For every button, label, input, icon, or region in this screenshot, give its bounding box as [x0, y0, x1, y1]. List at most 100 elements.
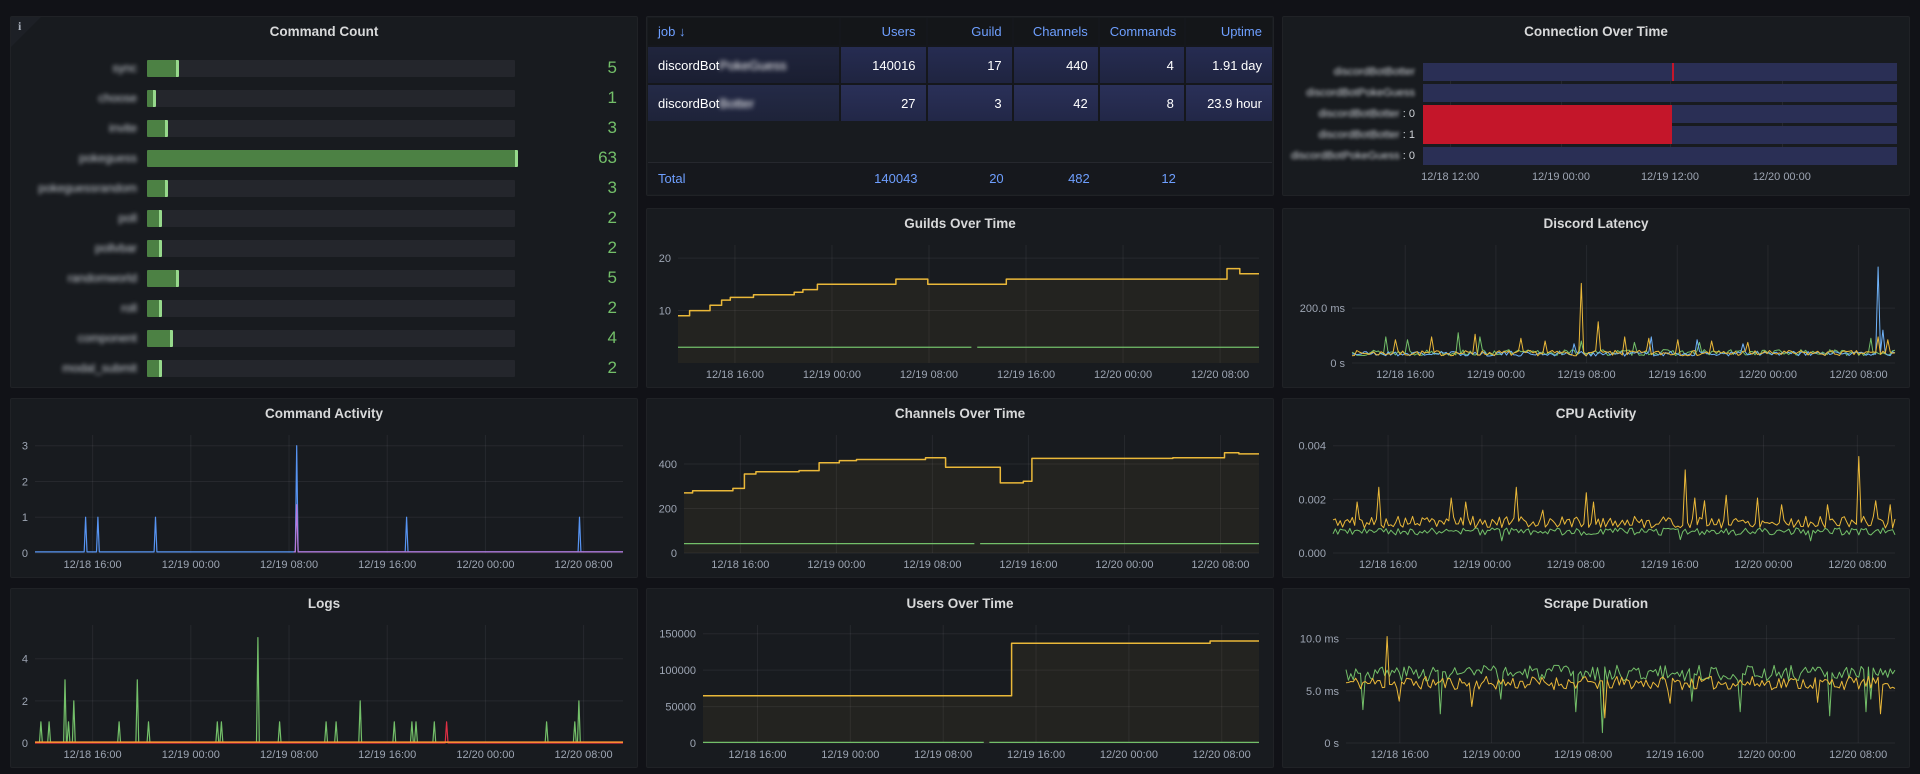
value-cell: 1.91 day: [1186, 45, 1272, 83]
column-header-channels[interactable]: Channels: [1014, 18, 1100, 45]
timeline-row: discordBotBotter : 0: [1283, 105, 1897, 123]
panel-connection-over-time: Connection Over Time discordBotBotterdis…: [1282, 16, 1910, 196]
timeline-row: discordBotBotter: [1283, 63, 1897, 81]
state-timeline: discordBotBotterdiscordBotPokeGuessdisco…: [1283, 63, 1897, 195]
total-value: 12: [1100, 163, 1186, 194]
column-header-commands[interactable]: Commands: [1100, 18, 1186, 45]
x-tick-label: 12/20 00:00: [1737, 171, 1827, 183]
timeline-bar: [1423, 105, 1897, 123]
panel-title-command-activity[interactable]: Command Activity: [11, 399, 637, 427]
command-bar-row: roll2: [19, 299, 621, 317]
timeline-red-tick: [1672, 63, 1674, 81]
svg-text:12/19 00:00: 12/19 00:00: [162, 559, 220, 571]
svg-text:12/20 00:00: 12/20 00:00: [1100, 749, 1158, 761]
panel-title-guilds[interactable]: Guilds Over Time: [647, 209, 1273, 237]
svg-text:1: 1: [22, 512, 28, 524]
panel-title-channels[interactable]: Channels Over Time: [647, 399, 1273, 427]
command-count-value: 2: [515, 298, 621, 318]
column-header-users[interactable]: Users: [841, 18, 927, 45]
command-label: pollvbar: [19, 241, 147, 255]
command-label: pokeguessrandom: [19, 181, 147, 195]
panel-title-latency[interactable]: Discord Latency: [1283, 209, 1909, 237]
panel-title-connection[interactable]: Connection Over Time: [1283, 17, 1909, 45]
command-bar-track: [147, 210, 515, 227]
svg-text:12/19 08:00: 12/19 08:00: [1554, 749, 1612, 761]
command-bar-track: [147, 90, 515, 107]
panel-command-activity: Command Activity 12/18 16:0012/19 00:001…: [10, 398, 638, 578]
command-label: poll: [19, 211, 147, 225]
svg-text:12/18 16:00: 12/18 16:00: [64, 749, 122, 761]
value-cell: 4: [1100, 45, 1186, 83]
grafana-dashboard: { "palette":{ "green":"#73bf69","yellow"…: [0, 0, 1920, 774]
svg-text:12/19 16:00: 12/19 16:00: [1007, 749, 1065, 761]
svg-text:12/19 08:00: 12/19 08:00: [900, 369, 958, 381]
command-bar-row: pollvbar2: [19, 239, 621, 257]
panel-title-command-count[interactable]: Command Count: [11, 17, 637, 45]
panel-title-users[interactable]: Users Over Time: [647, 589, 1273, 617]
chart-svg: 12/18 16:0012/19 00:0012/19 08:0012/19 1…: [651, 239, 1267, 383]
command-bar-track: [147, 240, 515, 257]
command-bar-row: invite3: [19, 119, 621, 137]
svg-text:12/19 16:00: 12/19 16:00: [358, 559, 416, 571]
total-label: Total: [648, 163, 841, 194]
table-total-row: Total1400432048212: [648, 162, 1272, 194]
panel-title-cpu[interactable]: CPU Activity: [1283, 399, 1909, 427]
svg-text:12/20 00:00: 12/20 00:00: [1739, 369, 1797, 381]
panel-channels-over-time: Channels Over Time 12/18 16:0012/19 00:0…: [646, 398, 1274, 578]
command-label: randomworld: [19, 271, 147, 285]
timeline-bar: [1423, 63, 1897, 81]
job-name-redacted: PokeGuess: [719, 58, 786, 73]
command-label: pokeguess: [19, 151, 147, 165]
command-count-value: 1: [515, 88, 621, 108]
command-bar-fill: [147, 60, 179, 77]
command-bar-row: pokeguessrandom3: [19, 179, 621, 197]
svg-text:0: 0: [22, 548, 28, 560]
table-row: discordBotBotter27342823.9 hour: [648, 83, 1272, 121]
timeline-x-axis: 12/18 12:0012/19 00:0012/19 12:0012/20 0…: [1415, 171, 1897, 187]
svg-text:12/20 00:00: 12/20 00:00: [1737, 749, 1795, 761]
command-bar-track: [147, 330, 515, 347]
svg-text:0: 0: [22, 738, 28, 750]
command-bar-fill: [147, 240, 162, 257]
svg-text:12/18 16:00: 12/18 16:00: [728, 749, 786, 761]
command-bar-track: [147, 270, 515, 287]
panel-title-scrape[interactable]: Scrape Duration: [1283, 589, 1909, 617]
svg-text:12/19 00:00: 12/19 00:00: [807, 559, 865, 571]
command-label: sync: [19, 61, 147, 75]
command-bar-fill: [147, 210, 162, 227]
command-bar-row: randomworld5: [19, 269, 621, 287]
command-bar-track: [147, 300, 515, 317]
chart-svg: 12/18 16:0012/19 00:0012/19 08:0012/19 1…: [651, 429, 1267, 573]
command-bar-track: [147, 360, 515, 377]
panel-title-logs[interactable]: Logs: [11, 589, 637, 617]
svg-text:12/18 16:00: 12/18 16:00: [1359, 559, 1417, 571]
value-cell: 27: [841, 83, 927, 121]
column-header-job[interactable]: job ↓: [648, 18, 841, 45]
command-bar-row: sync 5: [19, 59, 621, 77]
command-label: modal_submit: [19, 361, 147, 375]
panel-users-over-time: Users Over Time 12/18 16:0012/19 00:0012…: [646, 588, 1274, 768]
column-header-guild[interactable]: Guild: [928, 18, 1014, 45]
column-header-uptime[interactable]: Uptime: [1186, 18, 1272, 45]
svg-text:200.0 ms: 200.0 ms: [1300, 303, 1346, 315]
panel-command-count: i Command Count sync5choose1invite3pokeg…: [10, 16, 638, 388]
svg-text:12/19 08:00: 12/19 08:00: [914, 749, 972, 761]
svg-text:12/18 16:00: 12/18 16:00: [1371, 749, 1429, 761]
svg-text:0 s: 0 s: [1324, 738, 1339, 750]
stats-table: job ↓UsersGuildChannelsCommandsUptime dis…: [648, 18, 1272, 194]
command-count-value: 5: [515, 58, 621, 78]
command-bar-track: [147, 120, 515, 137]
svg-text:12/20 00:00: 12/20 00:00: [1095, 559, 1153, 571]
svg-text:50000: 50000: [665, 702, 696, 714]
value-cell: 140016: [841, 45, 927, 83]
svg-text:12/20 00:00: 12/20 00:00: [456, 559, 514, 571]
svg-text:12/20 08:00: 12/20 08:00: [1191, 369, 1249, 381]
chart-svg: 12/18 16:0012/19 00:0012/19 08:0012/19 1…: [15, 429, 631, 573]
panel-info-corner[interactable]: i: [11, 17, 41, 47]
svg-text:12/20 08:00: 12/20 08:00: [1193, 749, 1251, 761]
svg-text:20: 20: [659, 253, 671, 265]
command-bar-fill: [147, 300, 162, 317]
chart-svg: 12/18 16:0012/19 00:0012/19 08:0012/19 1…: [1287, 619, 1903, 763]
command-label: component: [19, 331, 147, 345]
command-bar-row: modal_submit2: [19, 359, 621, 377]
